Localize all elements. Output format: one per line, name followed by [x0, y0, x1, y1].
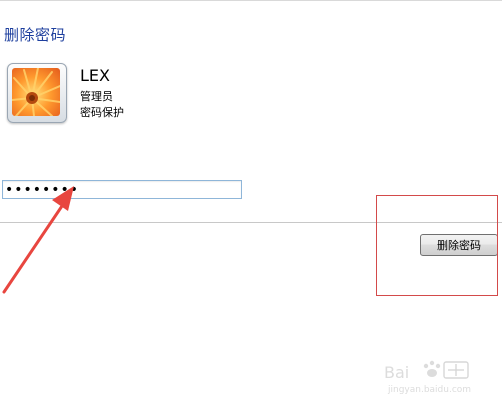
user-name: LEX: [80, 66, 110, 85]
svg-text:jingyan.baidu.com: jingyan.baidu.com: [387, 385, 471, 395]
annotation-arrow: [2, 186, 74, 294]
page-title: 删除密码: [4, 26, 67, 44]
orange-flower-avatar-icon: [12, 68, 60, 116]
user-role: 管理员: [80, 90, 113, 103]
top-border: [0, 0, 502, 1]
user-password-status: 密码保护: [80, 106, 124, 119]
annotation-highlight-box: [376, 195, 498, 296]
svg-text:Bai: Bai: [384, 363, 409, 382]
user-avatar: [7, 63, 67, 123]
baidu-watermark-logo: Bai jingyan.baidu.com: [384, 360, 471, 395]
